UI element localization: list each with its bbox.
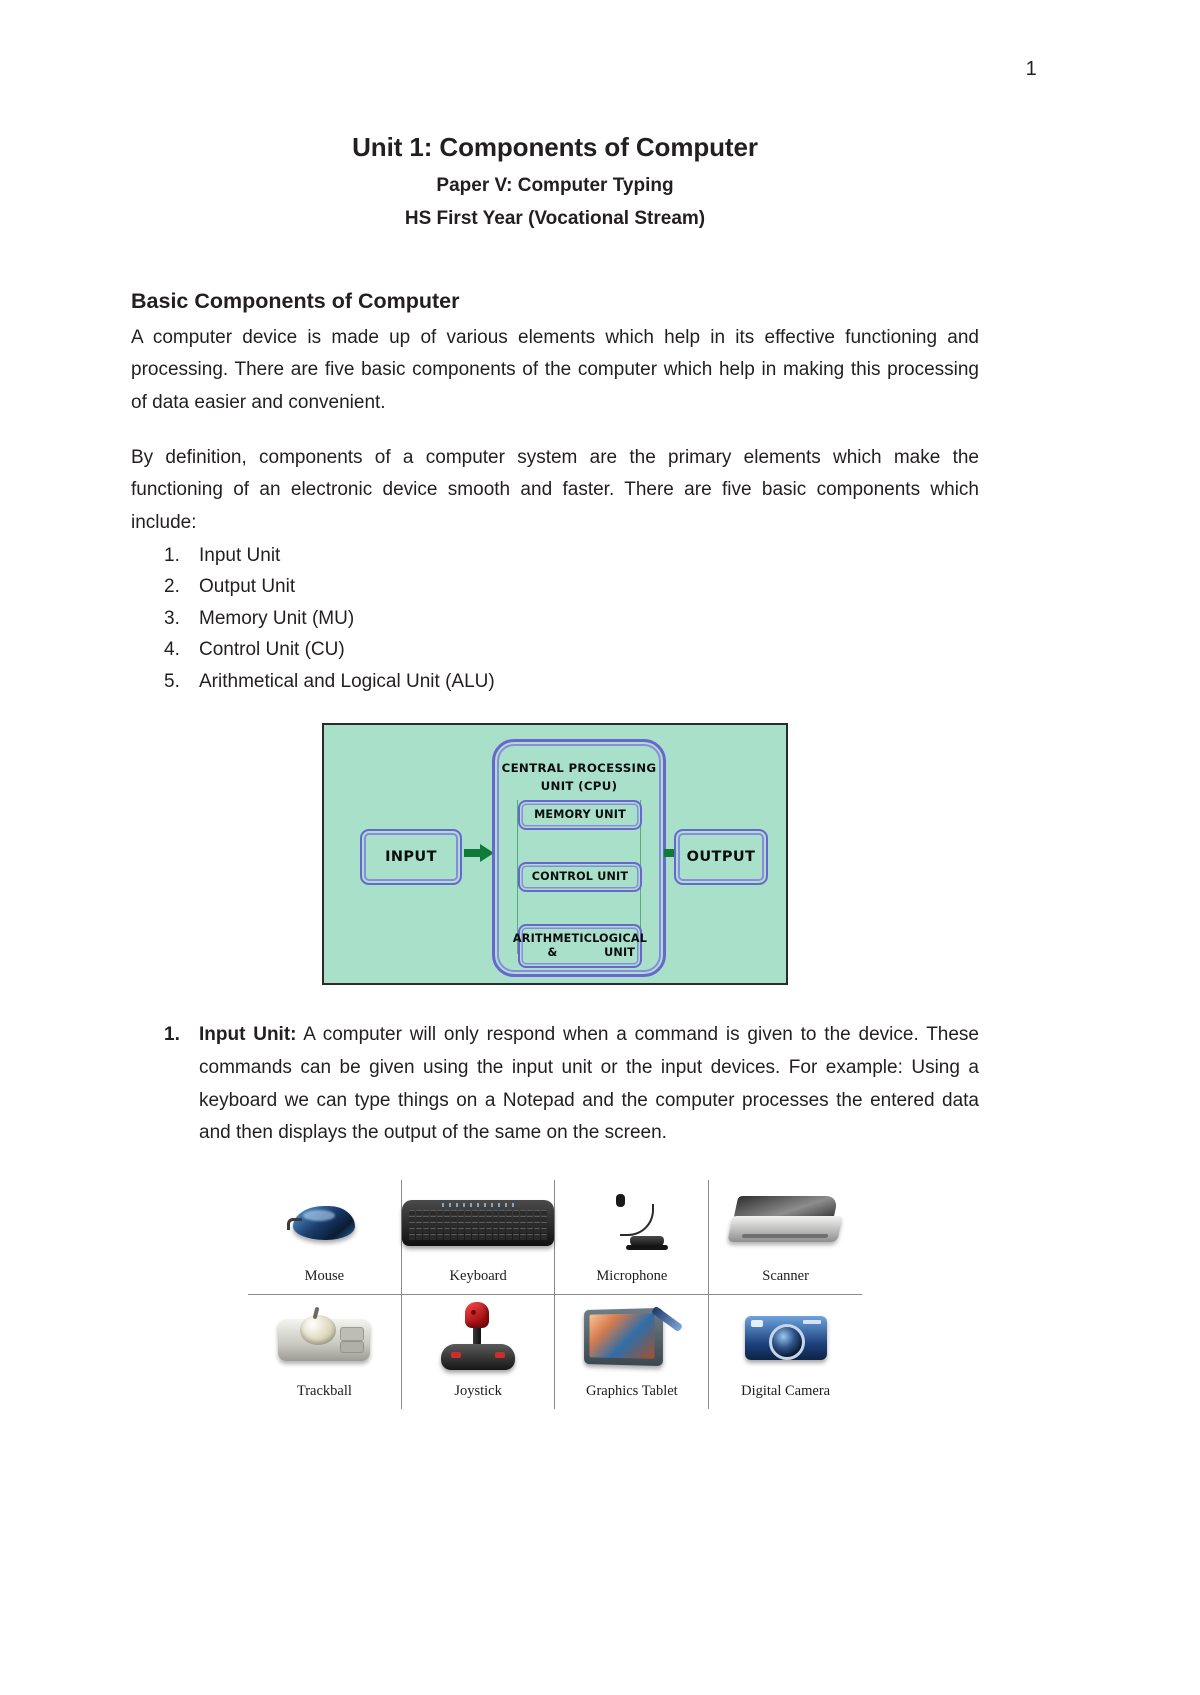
diagram-memory-unit-box: MEMORY UNIT [518,800,642,831]
list-item-text: A computer will only respond when a comm… [199,1024,979,1144]
table-cell-microphone [554,1180,710,1265]
table-row [248,1180,862,1265]
device-label: Microphone [554,1264,710,1296]
diagram-cpu-label: CENTRAL PROCESSING UNIT (CPU) [495,760,663,794]
intro-paragraph-2: By definition, components of a computer … [131,446,979,534]
list-item-number: 3. [164,607,180,629]
cpu-diagram-figure: INPUT CENTRAL PROCESSING UNIT (CPU) MEMO… [131,723,979,986]
components-list: 1. Input Unit 2. Output Unit 3. Memory U… [131,540,979,698]
table-cell-keyboard [401,1180,556,1265]
page-title: Unit 1: Components of Computer [352,132,758,162]
diagram-alu-label-line2: LOGICAL UNIT [592,932,648,960]
device-label: Scanner [708,1264,862,1296]
microphone-icon [598,1192,668,1254]
scanner-icon [726,1194,843,1252]
table-cell-digital-camera [709,1295,862,1380]
document-page: 1 Unit 1: Components of Computer Paper V… [0,0,1200,1695]
diagram-cpu-inner-column: MEMORY UNIT CONTROL UNIT ARITHMETIC & LO… [513,800,647,969]
list-item: 4. Control Unit (CU) [131,634,979,666]
cpu-block-diagram: INPUT CENTRAL PROCESSING UNIT (CPU) MEMO… [322,723,788,986]
diagram-input-box: INPUT [360,829,462,886]
diagram-alu-box: ARITHMETIC & LOGICAL UNIT [513,924,647,969]
intro-paragraph-1: A computer device is made up of various … [131,326,979,414]
device-label: Joystick [401,1379,556,1410]
input-devices-table: Mouse Keyboard Microphone Scanner Trackb… [248,1180,862,1410]
list-item: 1. Input Unit [131,540,979,572]
list-item-label: Input Unit [199,544,281,566]
input-devices-figure: Mouse Keyboard Microphone Scanner Trackb… [131,1180,979,1410]
table-cell-mouse [248,1180,402,1265]
page-subtitle-paper: Paper V: Computer Typing [436,175,674,197]
section-heading: Basic Components of Computer [131,288,460,313]
page-number: 1 [1025,58,1037,80]
device-label: Digital Camera [741,1383,831,1400]
table-cell-joystick [401,1294,556,1380]
diagram-cpu-label-line2: UNIT (CPU) [540,778,618,793]
trackball-icon [278,1306,371,1369]
list-item-label: Arithmetical and Logical Unit (ALU) [199,670,495,692]
joystick-icon [439,1301,517,1374]
diagram-alu-label-line1: ARITHMETIC & [512,932,593,960]
mouse-icon [285,1196,363,1250]
diagram-control-unit-box: CONTROL UNIT [518,862,642,893]
table-cell-scanner [709,1180,862,1264]
list-item-number: 5. [164,670,180,692]
document-body: Unit 1: Components of Computer Paper V: … [131,130,979,1410]
table-row: Trackball Joystick Graphics Tablet Digit… [248,1379,862,1410]
list-item-number: 4. [164,639,180,661]
list-item-label: Output Unit [199,576,296,598]
graphics-tablet-icon [580,1305,684,1371]
device-label: Keyboard [401,1264,556,1296]
diagram-cpu-box: CENTRAL PROCESSING UNIT (CPU) MEMORY UNI… [492,739,666,978]
table-row [248,1294,862,1380]
keyboard-icon [402,1194,555,1252]
list-item-number: 1. [164,544,180,566]
list-item-number: 1. [164,1024,180,1046]
explanation-list: 1. Input Unit: A computer will only respo… [131,1019,979,1150]
digital-camera-icon [744,1310,827,1366]
device-label: Mouse [248,1264,402,1296]
list-item-number: 2. [164,576,180,598]
table-cell-trackball [248,1294,402,1380]
diagram-output-box: OUTPUT [674,829,768,886]
diagram-cpu-label-line1: CENTRAL PROCESSING [501,761,657,776]
table-cell-graphics-tablet [554,1294,710,1380]
list-item: 3. Memory Unit (MU) [131,603,979,635]
list-item: 5. Arithmetical and Logical Unit (ALU) [131,666,979,698]
list-item-label: Control Unit (CU) [199,639,345,661]
table-row: Mouse Keyboard Microphone Scanner [248,1264,862,1296]
list-item: 1. Input Unit: A computer will only respo… [131,1019,979,1150]
device-label: Graphics Tablet [554,1379,710,1410]
list-item: 2. Output Unit [131,571,979,603]
list-item-lead: Input Unit: [199,1024,297,1046]
list-item-label: Memory Unit (MU) [199,607,355,629]
page-subtitle-class: HS First Year (Vocational Stream) [404,207,706,229]
device-label: Trackball [248,1379,402,1410]
